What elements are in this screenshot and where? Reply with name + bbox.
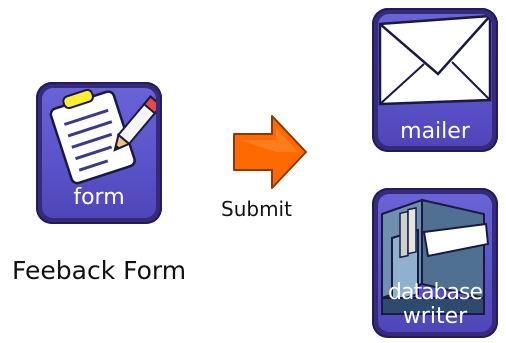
form-icon [49,88,156,185]
submit-label: Submit [221,197,292,221]
form-tile: form [36,82,162,224]
form-caption: Feeback Form [12,256,187,285]
database-label-line2: writer [402,304,468,329]
mailer-node: mailer [372,8,498,152]
envelope-icon [378,14,492,106]
form-node: form [36,82,162,224]
database-label-line1: database [388,280,483,305]
form-label: form [73,185,125,210]
submit-arrow-icon [233,115,307,189]
database-writer-node: database writer [372,188,498,338]
database-tile: database writer [372,188,498,338]
mailer-tile: mailer [372,8,498,152]
mailer-label: mailer [400,119,470,144]
